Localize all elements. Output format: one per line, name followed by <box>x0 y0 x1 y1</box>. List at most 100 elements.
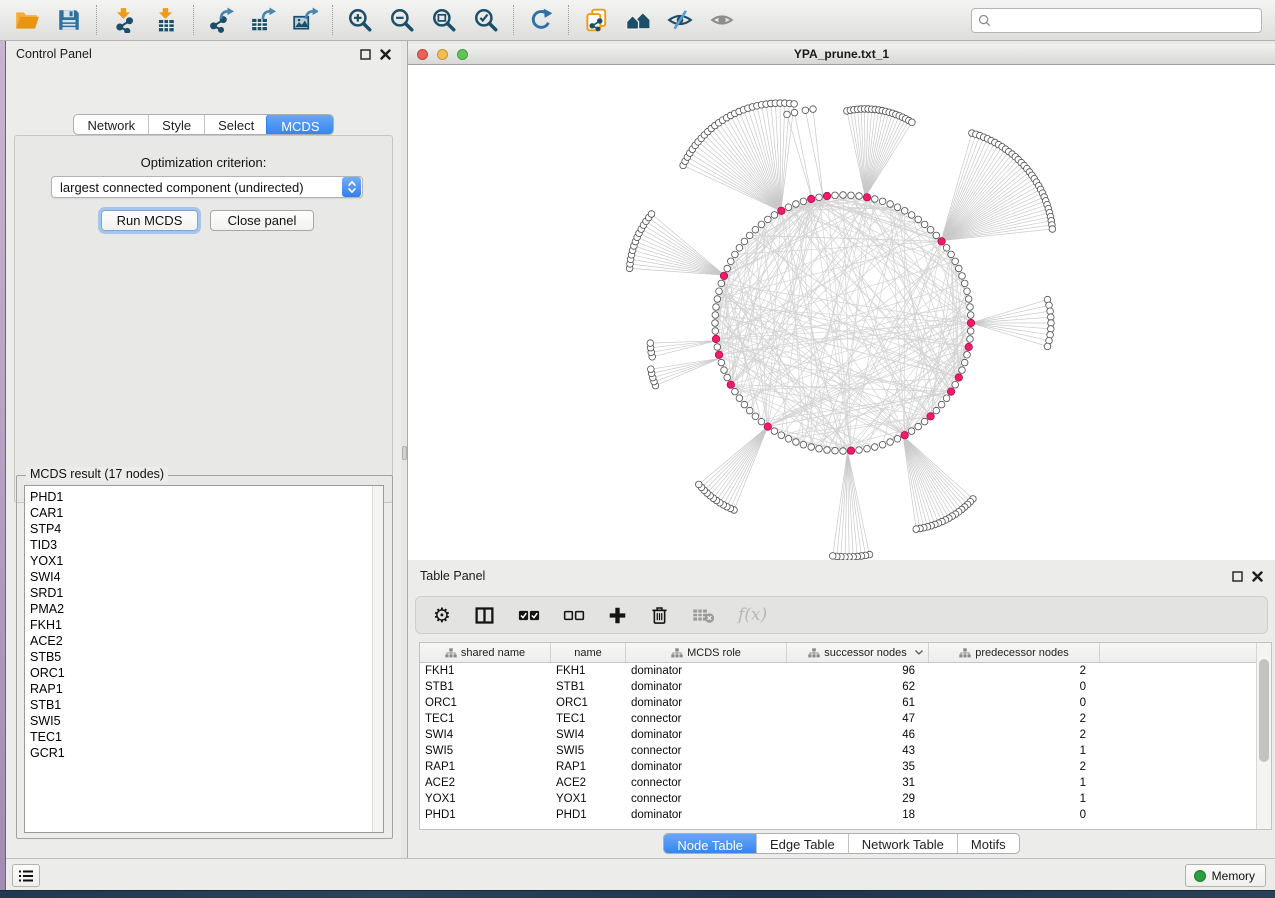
memory-status-icon <box>1194 870 1206 882</box>
close-panel-button[interactable]: Close panel <box>210 210 314 231</box>
network-window-titlebar: YPA_prune.txt_1 <box>408 44 1275 65</box>
search-box[interactable] <box>971 8 1262 33</box>
tab-network[interactable]: Network <box>74 115 148 134</box>
first-neighbors-button[interactable] <box>617 3 659 37</box>
mcds-result-node[interactable]: PHD1 <box>30 489 65 505</box>
mcds-result-node[interactable]: STP4 <box>30 521 65 537</box>
mcds-result-node[interactable]: SWI4 <box>30 569 65 585</box>
table-scrollbar[interactable] <box>1256 643 1271 829</box>
mcds-result-list[interactable]: PHD1CAR1STP4TID3YOX1SWI4SRD1PMA2FKH1ACE2… <box>24 485 384 833</box>
zoom-out-button[interactable] <box>381 3 423 37</box>
mcds-result-node[interactable]: ACE2 <box>30 633 65 649</box>
column-header-MCDS-role[interactable]: MCDS role <box>626 643 787 662</box>
import-table-button[interactable] <box>145 3 187 37</box>
network-graph[interactable] <box>408 65 1275 560</box>
zoom-in-icon <box>347 7 373 33</box>
import-network-button[interactable] <box>103 3 145 37</box>
table-row[interactable]: RAP1RAP1dominator352 <box>420 759 1271 775</box>
criterion-select[interactable]: largest connected component (undirected) <box>51 176 363 198</box>
mcds-result-node[interactable]: YOX1 <box>30 553 65 569</box>
mcds-result-node[interactable]: SRD1 <box>30 585 65 601</box>
mcds-result-node[interactable]: TEC1 <box>30 729 65 745</box>
mcds-result-node[interactable]: RAP1 <box>30 681 65 697</box>
zoom-in-button[interactable] <box>339 3 381 37</box>
mcds-result-node[interactable]: STB5 <box>30 649 65 665</box>
tab-select[interactable]: Select <box>204 115 267 134</box>
close-panel-icon[interactable] <box>1252 571 1263 582</box>
toolbar-buttons <box>6 3 743 37</box>
zoom-fit-icon <box>431 7 457 33</box>
close-panel-icon[interactable] <box>380 49 391 60</box>
show-all-button[interactable] <box>701 3 743 37</box>
zoom-selected-button[interactable] <box>465 3 507 37</box>
mcds-result-node[interactable]: CAR1 <box>30 505 65 521</box>
table-cell: 0 <box>929 809 1100 821</box>
export-network-button[interactable] <box>200 3 242 37</box>
zoom-fit-button[interactable] <box>423 3 465 37</box>
float-panel-icon[interactable] <box>360 49 371 60</box>
panel-splitter[interactable] <box>401 41 408 858</box>
table-row[interactable]: SWI5SWI5connector431 <box>420 743 1271 759</box>
table-scrollbar-thumb[interactable] <box>1259 659 1269 762</box>
memory-button[interactable]: Memory <box>1185 864 1266 887</box>
column-header-successor-nodes[interactable]: successor nodes <box>787 643 929 662</box>
panel-menu-button[interactable] <box>12 864 40 887</box>
tab-mcds[interactable]: MCDS <box>266 114 333 135</box>
split-view-button[interactable] <box>474 603 495 627</box>
table-row[interactable]: SWI4SWI4dominator462 <box>420 727 1271 743</box>
table-row[interactable]: PHD1PHD1dominator180 <box>420 807 1271 823</box>
save-session-button[interactable] <box>48 3 90 37</box>
mcds-result-node[interactable]: GCR1 <box>30 745 65 761</box>
table-cell: TEC1 <box>420 713 551 725</box>
table-cell: 1 <box>929 745 1100 757</box>
export-table-button[interactable] <box>242 3 284 37</box>
table-row[interactable]: ORC1ORC1dominator610 <box>420 695 1271 711</box>
mcds-result-node[interactable]: SWI5 <box>30 713 65 729</box>
run-mcds-button[interactable]: Run MCDS <box>101 210 198 231</box>
table-tab-edge-table[interactable]: Edge Table <box>756 834 848 853</box>
table-settings-button[interactable]: ⚙ <box>433 603 451 627</box>
select-all-button[interactable] <box>518 603 540 627</box>
table-tab-motifs[interactable]: Motifs <box>957 834 1019 853</box>
table-cell: dominator <box>626 697 787 709</box>
refresh-network-button[interactable] <box>520 3 562 37</box>
table-cell: 62 <box>787 681 929 693</box>
table-row[interactable]: STB1STB1dominator620 <box>420 679 1271 695</box>
mcds-result-node[interactable]: FKH1 <box>30 617 65 633</box>
control-panel-tabs: NetworkStyleSelectMCDS <box>6 114 401 135</box>
table-tab-network-table[interactable]: Network Table <box>848 834 957 853</box>
clone-network-button[interactable] <box>575 3 617 37</box>
add-column-button[interactable] <box>608 603 627 627</box>
splitter-handle[interactable] <box>402 446 407 460</box>
delete-column-button[interactable] <box>650 603 669 627</box>
column-header-shared-name[interactable]: shared name <box>420 643 551 662</box>
export-image-button[interactable] <box>284 3 326 37</box>
table-row[interactable]: TEC1TEC1connector472 <box>420 711 1271 727</box>
control-panel-title: Control Panel <box>16 47 92 61</box>
open-file-button[interactable] <box>6 3 48 37</box>
search-input[interactable] <box>995 14 1255 28</box>
deselect-all-button[interactable] <box>563 603 585 627</box>
mcds-result-node[interactable]: PMA2 <box>30 601 65 617</box>
column-header-name[interactable]: name <box>551 643 626 662</box>
table-row[interactable]: YOX1YOX1connector291 <box>420 791 1271 807</box>
column-header-predecessor-nodes[interactable]: predecessor nodes <box>929 643 1100 662</box>
table-cell: SWI4 <box>551 729 626 741</box>
table-cell: 2 <box>929 713 1100 725</box>
table-tab-node-table[interactable]: Node Table <box>663 833 757 854</box>
hide-selected-button[interactable] <box>659 3 701 37</box>
network-canvas[interactable] <box>408 65 1275 560</box>
table-cell: 46 <box>787 729 929 741</box>
mcds-result-node[interactable]: ORC1 <box>30 665 65 681</box>
table-row[interactable]: FKH1FKH1dominator962 <box>420 663 1271 679</box>
mcds-result-node[interactable]: STB1 <box>30 697 65 713</box>
mcds-result-node[interactable]: TID3 <box>30 537 65 553</box>
table-cell: 96 <box>787 665 929 677</box>
table-row[interactable]: ACE2ACE2connector311 <box>420 775 1271 791</box>
show-all-icon <box>709 7 735 33</box>
tab-style[interactable]: Style <box>148 115 204 134</box>
float-panel-icon[interactable] <box>1232 571 1243 582</box>
mcds-list-scrollbar[interactable] <box>372 486 383 832</box>
table-cell: connector <box>626 793 787 805</box>
network-view-pane: YPA_prune.txt_1 <box>408 41 1275 560</box>
